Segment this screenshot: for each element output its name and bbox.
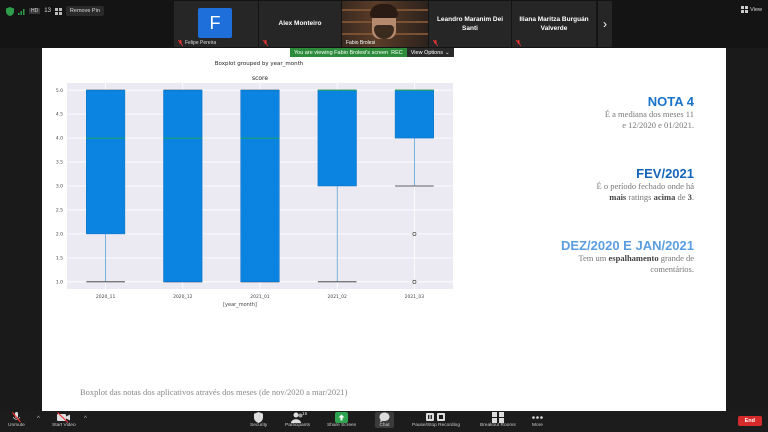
shared-screen-slide: Boxplot grouped by year_monthscore 1.0 1.5…: [42, 48, 726, 411]
zoom-meeting-window: HD 13 Remove Pin F Felipe Pereira Alex M…: [0, 0, 768, 432]
chat-button[interactable]: Chat: [375, 412, 394, 428]
note-title: NOTA 4: [647, 94, 694, 109]
share-screen-icon: [335, 412, 349, 423]
signal-icon[interactable]: [18, 8, 25, 15]
note-title: DEZ/2020 E JAN/2021: [561, 238, 694, 253]
muted-mic-icon: [263, 40, 268, 46]
note-block-1: NOTA 4 É a mediana dos meses 11 e 12/202…: [494, 94, 694, 131]
muted-mic-icon: [11, 412, 21, 423]
y-tick-label: 3.5: [56, 160, 63, 166]
participant-name: Leandro Maranim Dei Santi: [436, 16, 504, 32]
note-block-3: DEZ/2020 E JAN/2021 Tem um espalhamento …: [474, 238, 694, 275]
box-2021_02: [317, 89, 357, 187]
meeting-info: HD 13 Remove Pin: [6, 6, 104, 16]
note-line: É o período fechado onde há: [596, 181, 694, 191]
participant-tile-1[interactable]: F Felipe Pereira: [174, 1, 258, 47]
security-shield-icon: [254, 412, 264, 423]
viewing-text: You are viewing Fabio Brolesi's screen: [294, 49, 389, 56]
avatar: F: [198, 8, 232, 38]
rec-indicator: REC: [391, 49, 403, 56]
note-line: comentários.: [650, 264, 694, 274]
y-tick-label: 5.0: [56, 88, 63, 94]
y-tick-label: 4.5: [56, 112, 63, 118]
shield-icon[interactable]: [6, 6, 14, 16]
muted-mic-icon: [178, 40, 183, 46]
participant-tile-3[interactable]: Fabio Brolesi: [342, 1, 428, 47]
end-meeting-button[interactable]: End: [737, 416, 762, 426]
video-off-icon: [57, 412, 71, 423]
note-line: É a mediana dos meses 11: [604, 109, 694, 119]
unmute-button[interactable]: Unmute: [8, 412, 25, 428]
share-screen-button[interactable]: Share Screen: [327, 412, 356, 428]
viewing-banner: You are viewing Fabio Brolesi's screen R…: [290, 48, 454, 57]
breakout-rooms-icon: [491, 412, 504, 423]
y-tick-label: 1.0: [56, 279, 63, 285]
muted-mic-icon: [516, 40, 521, 46]
next-page-chevron-icon[interactable]: ›: [598, 1, 612, 47]
box-2021_01: [240, 89, 280, 283]
note-title: FEV/2021: [636, 166, 694, 181]
participants-count: 15: [302, 412, 308, 417]
participant-tile-5[interactable]: Iliana Maritza Burguán Valverde: [512, 1, 596, 47]
x-tick-label: 2021_01: [250, 294, 270, 300]
y-tick-label: 4.0: [56, 136, 63, 142]
y-tick-label: 3.0: [56, 184, 63, 190]
chart-title: score: [252, 75, 268, 82]
video-chevron-up-icon[interactable]: ^: [84, 416, 87, 422]
chart-suptitle: Boxplot grouped by year_month: [215, 61, 304, 67]
hd-badge: HD: [29, 8, 41, 14]
x-axis-label: [year_month]: [223, 302, 257, 308]
box-2020_11: [86, 89, 126, 235]
meeting-controls-toolbar: Unmute ^ Start Video ^ Security Particip…: [0, 411, 768, 432]
participant-name: Alex Monteiro: [278, 20, 322, 27]
slide-caption: Boxplot das notas dos aplicativos atravé…: [80, 387, 348, 397]
participant-name: Felipe Pereira: [185, 40, 217, 46]
participant-tile-2[interactable]: Alex Monteiro: [259, 1, 341, 47]
participant-name: Iliana Maritza Burguán Valverde: [519, 16, 589, 32]
note-line: mais ratings acima de 3.: [609, 192, 694, 202]
x-tick-label: 2020_11: [96, 294, 116, 300]
x-tick-label: 2021_02: [327, 294, 347, 300]
view-options-button[interactable]: View Options ⌄: [406, 48, 454, 57]
note-block-2: FEV/2021 É o período fechado onde há mai…: [494, 166, 694, 203]
chevron-down-icon: ⌄: [445, 49, 450, 56]
start-video-button[interactable]: Start Video: [52, 412, 76, 428]
note-line: e 12/2020 e 01/2021.: [622, 120, 694, 130]
note-line: Tem um espalhamento grande de: [578, 253, 694, 263]
y-tick-label: 2.5: [56, 208, 63, 214]
unmute-chevron-up-icon[interactable]: ^: [37, 416, 40, 422]
view-grid-icon: [741, 6, 749, 13]
muted-mic-icon: [433, 40, 438, 46]
chat-icon: [379, 412, 390, 423]
view-button[interactable]: View: [741, 6, 762, 13]
box-2020_12: [163, 89, 203, 283]
breakout-rooms-button[interactable]: Breakout Rooms: [480, 412, 516, 428]
meeting-number: 13: [44, 8, 51, 14]
boxplot-chart: Boxplot grouped by year_monthscore 1.0 1.5…: [56, 61, 453, 308]
y-tick-label: 2.0: [56, 232, 63, 238]
video-gallery-strip: HD 13 Remove Pin F Felipe Pereira Alex M…: [0, 0, 768, 48]
x-tick-label: 2020_12: [173, 294, 193, 300]
more-button[interactable]: More: [532, 412, 543, 428]
security-button[interactable]: Security: [250, 412, 267, 428]
box-2021_03: [394, 89, 434, 139]
more-dots-icon: [532, 416, 543, 419]
pause-stop-icon: [426, 413, 445, 421]
x-tick-label: 2021_03: [405, 294, 425, 300]
participant-name: Fabio Brolesi: [346, 40, 376, 46]
remove-pin-button[interactable]: Remove Pin: [65, 6, 104, 16]
pause-stop-recording-button[interactable]: Pause/Stop Recording: [412, 412, 460, 428]
participant-tile-4[interactable]: Leandro Maranim Dei Santi: [429, 1, 511, 47]
y-tick-label: 1.5: [56, 255, 63, 261]
grid-icon[interactable]: [54, 7, 62, 15]
